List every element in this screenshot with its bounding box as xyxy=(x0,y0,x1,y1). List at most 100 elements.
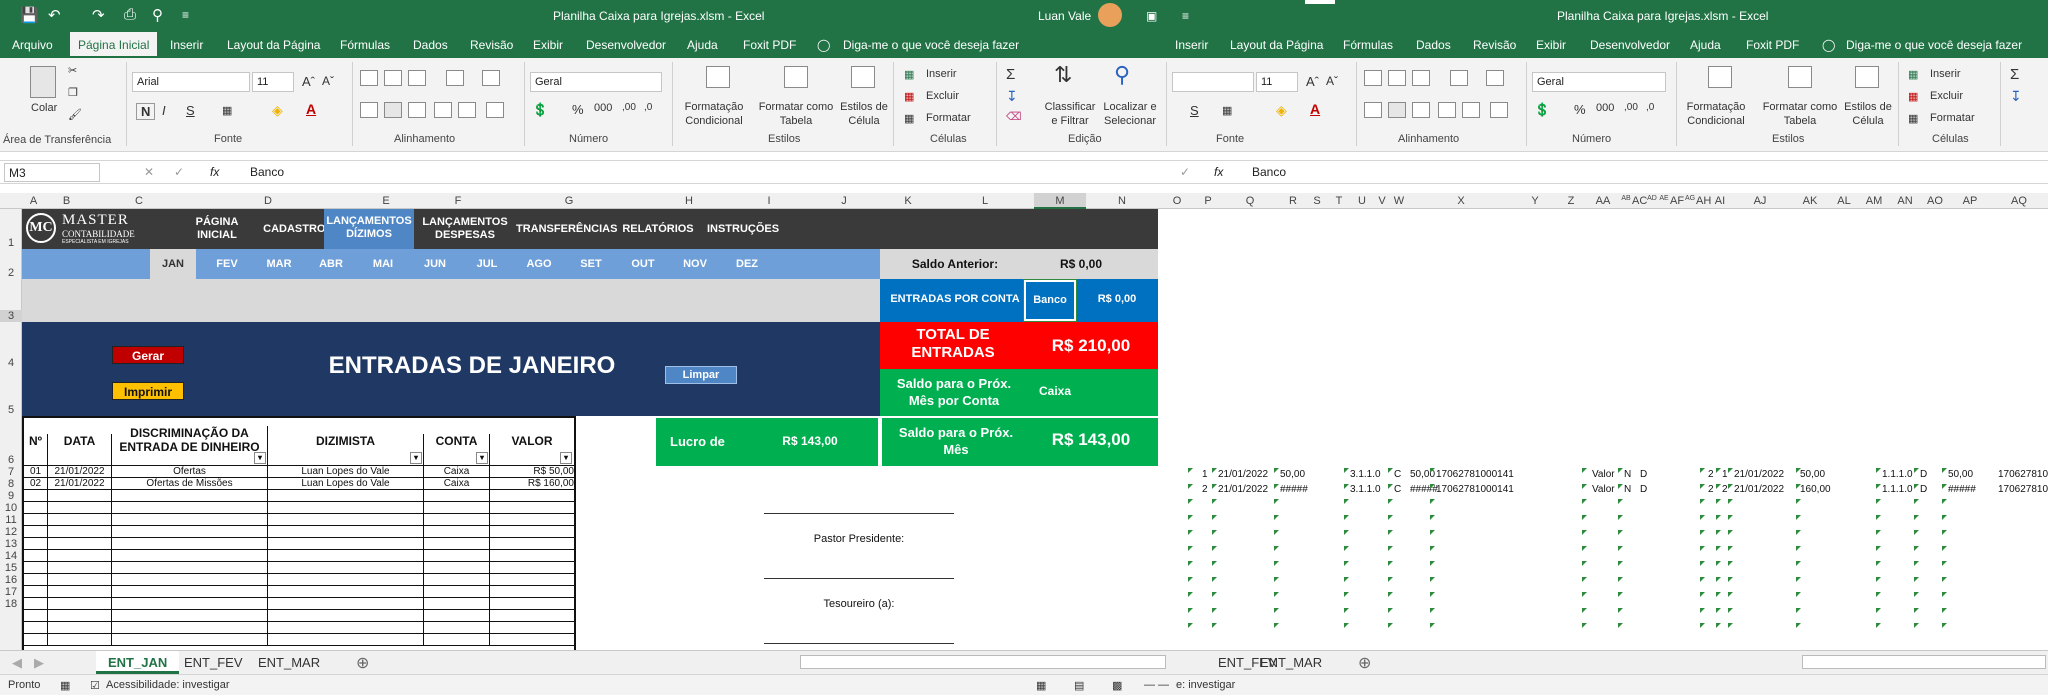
column-header-j[interactable]: J xyxy=(808,195,880,207)
row-header-9[interactable]: 9 xyxy=(0,490,22,502)
sheet-tab-ent-fev[interactable]: ENT_FEV xyxy=(184,655,243,670)
conditional-format-icon-2[interactable] xyxy=(1708,66,1732,88)
insert-cells-button[interactable]: Inserir xyxy=(926,68,957,80)
column-header-ap[interactable]: AP xyxy=(1950,195,1990,207)
right-cell[interactable]: 2 xyxy=(1722,484,1728,495)
accessibility-status-2[interactable]: e: investigar xyxy=(1176,679,1235,691)
table-cell[interactable] xyxy=(268,562,424,574)
table-cell[interactable] xyxy=(268,502,424,514)
banco-selected-cell[interactable]: Banco xyxy=(1023,279,1077,322)
table-cell[interactable] xyxy=(490,574,576,586)
right-cell[interactable]: C xyxy=(1394,484,1401,495)
cell-styles-icon-2[interactable] xyxy=(1855,66,1879,88)
column-header-af[interactable]: AF xyxy=(1670,195,1684,207)
table-cell[interactable] xyxy=(48,622,112,634)
table-cell[interactable]: 02 xyxy=(24,478,48,490)
month-abr[interactable]: ABR xyxy=(308,258,354,270)
row-header-7[interactable]: 7 xyxy=(0,466,22,478)
table-cell[interactable] xyxy=(424,622,490,634)
column-header-p[interactable]: P xyxy=(1196,195,1220,207)
month-jan[interactable]: JAN xyxy=(150,249,196,279)
accounting-icon[interactable]: 💲 xyxy=(532,102,548,118)
grow-font-icon-2[interactable]: Aˆ xyxy=(1306,74,1319,89)
right-cell[interactable]: 21/01/2022 xyxy=(1218,469,1268,480)
font-name-select-2[interactable] xyxy=(1172,72,1254,92)
add-sheet-icon-2[interactable]: ⊕ xyxy=(1358,653,1371,673)
sheet-tab-ent-mar-2[interactable]: ENT_MAR xyxy=(1260,655,1322,670)
table-cell[interactable] xyxy=(424,550,490,562)
tab-formulas[interactable]: Fórmulas xyxy=(340,38,390,52)
table-cell[interactable] xyxy=(490,610,576,622)
column-header-l[interactable]: L xyxy=(936,195,1034,207)
column-header-n[interactable]: N xyxy=(1086,195,1158,207)
page-layout-icon[interactable]: ▤ xyxy=(1074,679,1084,692)
column-header-ai[interactable]: AI xyxy=(1710,195,1730,207)
tab-ajuda[interactable]: Ajuda xyxy=(687,38,718,52)
table-cell[interactable] xyxy=(112,514,268,526)
format-cells-icon[interactable]: ▦ xyxy=(904,112,914,125)
right-cell[interactable]: D xyxy=(1640,469,1647,480)
sort-filter-icon[interactable]: ⇅ xyxy=(1054,62,1072,88)
table-cell[interactable] xyxy=(268,598,424,610)
save-icon[interactable]: 💾 xyxy=(20,6,39,24)
right-cell[interactable]: 2 xyxy=(1708,484,1714,495)
tell-me-search-2[interactable]: Diga-me o que você deseja fazer xyxy=(1846,38,2022,52)
column-header-ae[interactable]: AE xyxy=(1658,195,1670,202)
table-cell[interactable] xyxy=(424,490,490,502)
right-cell[interactable]: D xyxy=(1920,484,1927,495)
column-header-m[interactable]: M xyxy=(1034,193,1086,209)
row-header-5[interactable]: 5 xyxy=(0,404,22,416)
column-header-ah[interactable]: AH xyxy=(1696,195,1711,207)
right-cell[interactable]: 1 xyxy=(1202,469,1208,480)
underline-button[interactable]: S xyxy=(186,103,195,118)
table-cell[interactable] xyxy=(24,550,48,562)
table-cell[interactable] xyxy=(268,514,424,526)
autosum-icon-2[interactable]: Σ xyxy=(2010,66,2019,83)
align-top-icon[interactable] xyxy=(360,70,378,86)
right-cell[interactable]: 160,00 xyxy=(1800,484,1831,495)
table-cell[interactable] xyxy=(424,526,490,538)
tell-me-search[interactable]: Diga-me o que você deseja fazer xyxy=(843,38,1019,52)
table-cell[interactable] xyxy=(268,610,424,622)
table-cell[interactable] xyxy=(24,598,48,610)
wrap-text-icon[interactable] xyxy=(482,70,500,86)
column-header-al[interactable]: AL xyxy=(1830,195,1858,207)
column-header-ao[interactable]: AO xyxy=(1920,195,1950,207)
number-format-select[interactable]: Geral xyxy=(530,72,662,92)
table-cell[interactable] xyxy=(424,634,490,646)
row-header-11[interactable]: 11 xyxy=(0,514,22,526)
nav-lancamentos-dizimos[interactable]: LANÇAMENTOS DÍZIMOS xyxy=(324,209,414,249)
decrease-indent-icon[interactable] xyxy=(434,102,452,118)
table-cell[interactable] xyxy=(48,514,112,526)
row-header-10[interactable]: 10 xyxy=(0,502,22,514)
table-cell[interactable] xyxy=(424,610,490,622)
delete-cells-icon[interactable]: ▦ xyxy=(904,90,914,103)
align-right-icon[interactable] xyxy=(408,102,426,118)
column-header-x[interactable]: X xyxy=(1408,195,1514,207)
table-cell[interactable] xyxy=(268,622,424,634)
table-cell[interactable] xyxy=(490,538,576,550)
align-center-icon-2[interactable] xyxy=(1388,102,1406,118)
month-out[interactable]: OUT xyxy=(620,258,666,270)
table-cell[interactable]: R$ 50,00 xyxy=(490,466,576,478)
italic-button[interactable]: I xyxy=(162,103,166,118)
right-cell[interactable]: Valor xyxy=(1592,484,1615,495)
percent-icon-2[interactable]: % xyxy=(1574,102,1586,117)
macro-record-icon[interactable]: ▦ xyxy=(60,679,70,692)
decrease-decimal-icon-2[interactable]: ,0 xyxy=(1646,102,1654,113)
cell-styles-icon[interactable] xyxy=(851,66,875,88)
number-format-select-2[interactable]: Geral xyxy=(1532,72,1666,92)
column-header-am[interactable]: AM xyxy=(1858,195,1890,207)
table-cell[interactable] xyxy=(268,550,424,562)
prev-sheet-icon[interactable]: ◀ xyxy=(12,655,22,671)
font-size-select[interactable]: 11 xyxy=(252,72,294,92)
imprimir-button[interactable]: Imprimir xyxy=(112,382,184,400)
clear-icon[interactable]: ⌫ xyxy=(1006,110,1022,123)
format-painter-icon[interactable]: 🖌 xyxy=(68,108,82,121)
align-left-icon[interactable] xyxy=(360,102,378,118)
table-cell[interactable]: Caixa xyxy=(424,478,490,490)
right-cell[interactable]: 2 xyxy=(1708,469,1714,480)
align-bottom-icon-2[interactable] xyxy=(1412,70,1430,86)
table-cell[interactable] xyxy=(24,490,48,502)
column-header-c[interactable]: C xyxy=(88,195,190,207)
